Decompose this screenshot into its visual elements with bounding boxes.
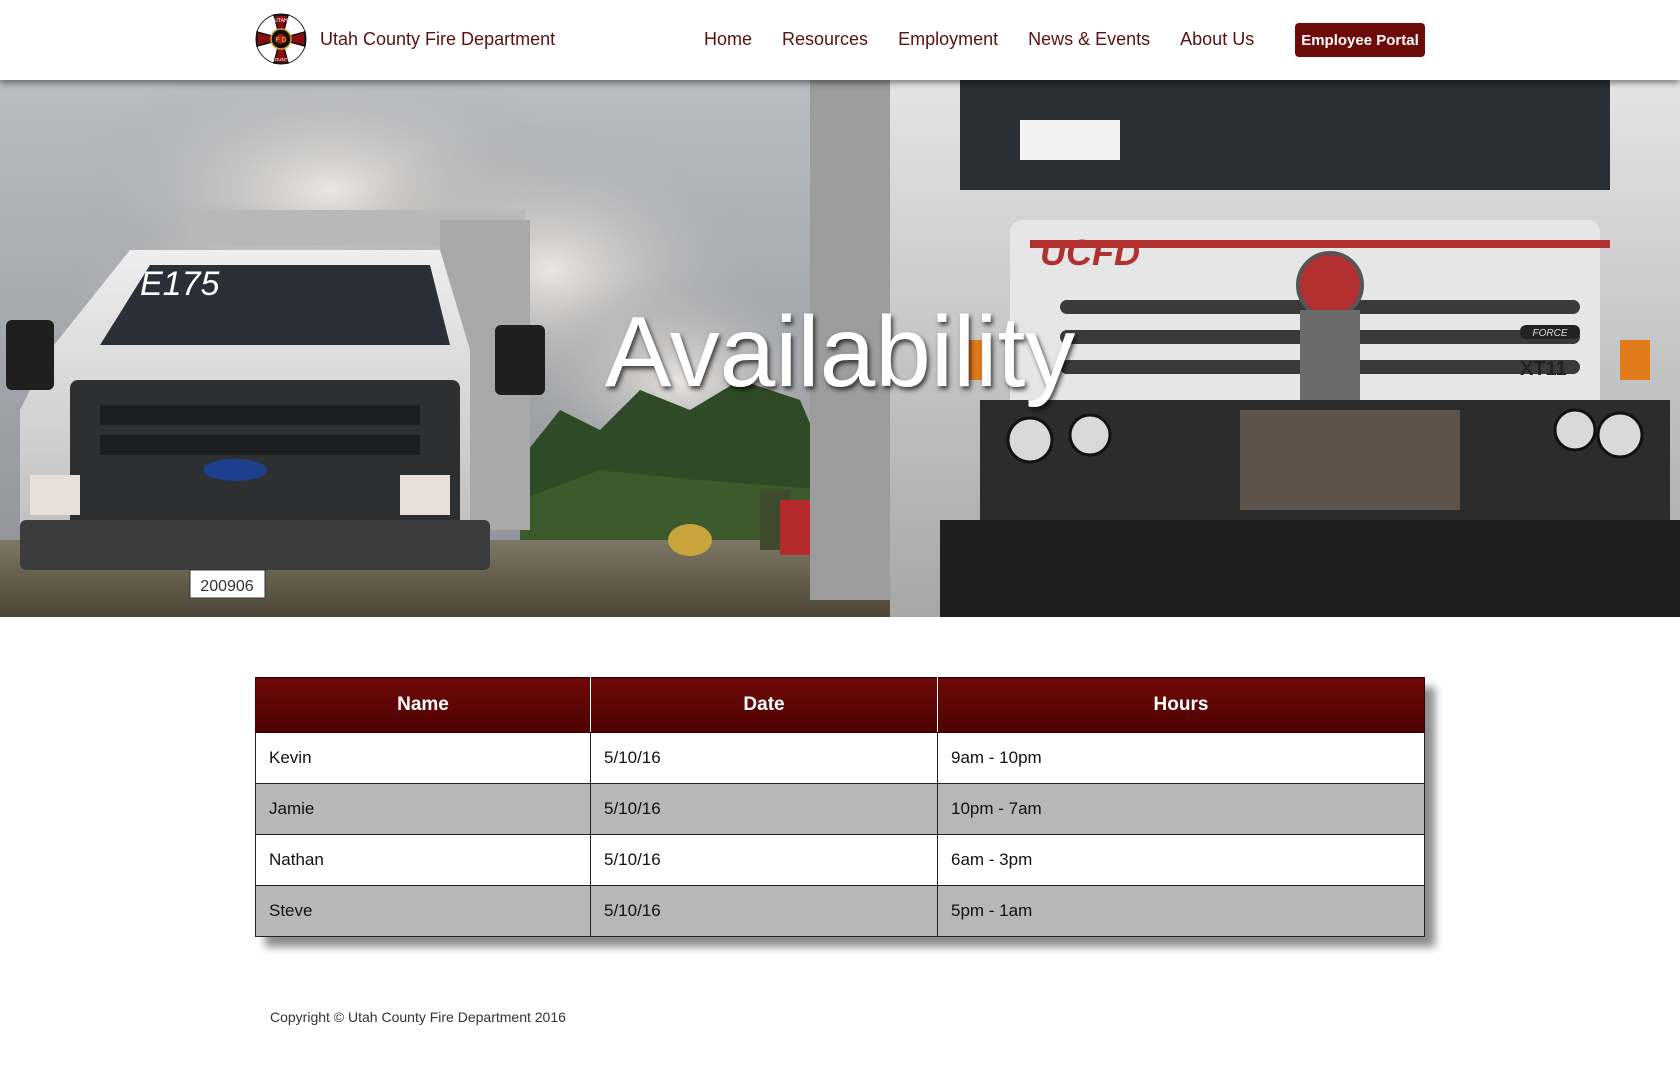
table-row: Kevin 5/10/16 9am - 10pm — [255, 732, 1425, 784]
table-row: Nathan 5/10/16 6am - 3pm — [255, 834, 1425, 886]
cell-hours: 6am - 3pm — [937, 834, 1425, 886]
cell-name: Jamie — [255, 783, 591, 835]
logo-center-text: F D — [275, 37, 286, 44]
employee-portal-button[interactable]: Employee Portal — [1295, 23, 1425, 57]
nav-home[interactable]: Home — [689, 26, 767, 52]
right-truck-logo-text: UCFD — [1040, 232, 1140, 273]
column-header-hours: Hours — [937, 677, 1425, 733]
column-header-date: Date — [590, 677, 938, 733]
cell-hours: 5pm - 1am — [937, 885, 1425, 937]
column-header-name: Name — [255, 677, 591, 733]
site-header: UTAH COUNTY F D Utah County Fire Departm… — [0, 0, 1680, 80]
nav-about-us[interactable]: About Us — [1165, 26, 1269, 52]
hero-banner: E175 200906 UCFD XT11 FORCE Availability — [0, 80, 1680, 617]
cell-date: 5/10/16 — [590, 885, 938, 937]
fire-department-logo-icon: UTAH COUNTY F D — [255, 13, 307, 65]
cell-date: 5/10/16 — [590, 732, 938, 784]
site-name: Utah County Fire Department — [320, 28, 556, 49]
logo-bottom-text: COUNTY — [272, 57, 291, 62]
page-title: Availability — [604, 296, 1076, 408]
nav-resources[interactable]: Resources — [767, 26, 883, 52]
table-row: Jamie 5/10/16 10pm - 7am — [255, 783, 1425, 835]
logo-top-text: UTAH — [274, 18, 288, 24]
brand-link[interactable]: UTAH COUNTY F D Utah County Fire Departm… — [254, 12, 555, 66]
table-row: Steve 5/10/16 5pm - 1am — [255, 885, 1425, 937]
cell-name: Kevin — [255, 732, 591, 784]
nav-news-events[interactable]: News & Events — [1013, 26, 1165, 52]
left-truck-number: E175 — [140, 265, 219, 303]
main-nav: Home Resources Employment News & Events … — [689, 26, 1269, 52]
cell-date: 5/10/16 — [590, 834, 938, 886]
nav-employment[interactable]: Employment — [883, 26, 1013, 52]
availability-table-container: Name Date Hours Kevin 5/10/16 9am - 10pm… — [255, 677, 1425, 937]
cell-name: Nathan — [255, 834, 591, 886]
cell-hours: 9am - 10pm — [937, 732, 1425, 784]
cell-date: 5/10/16 — [590, 783, 938, 835]
cell-hours: 10pm - 7am — [937, 783, 1425, 835]
availability-table: Name Date Hours Kevin 5/10/16 9am - 10pm… — [255, 677, 1425, 937]
cell-name: Steve — [255, 885, 591, 937]
copyright-text: Copyright © Utah County Fire Department … — [270, 1009, 566, 1025]
left-truck-plate: 200906 — [200, 578, 253, 595]
table-header-row: Name Date Hours — [255, 677, 1425, 733]
